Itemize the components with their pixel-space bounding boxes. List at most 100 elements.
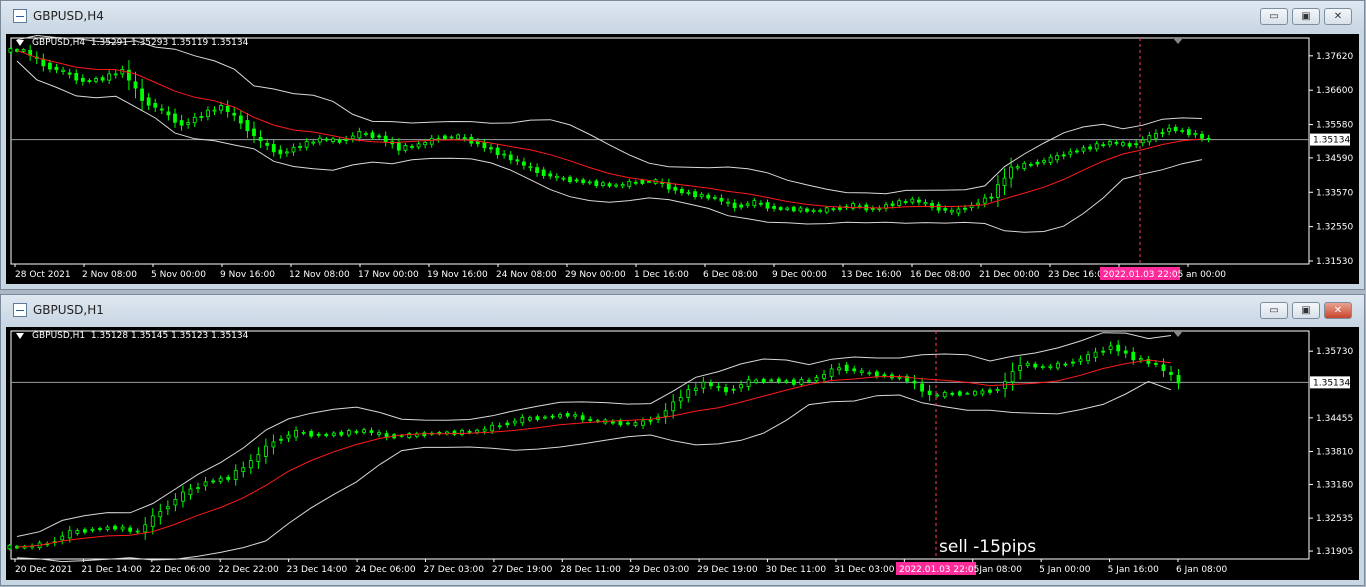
time-label: 31 Dec 03:00 [834,565,895,575]
candle [1022,163,1027,169]
minimize-button[interactable]: ▭ [1260,8,1288,25]
candlestick-chart[interactable]: 1.35730 1.34455 1.33810 1.33180 1.32535 1.319… [6,327,1359,580]
current-price-label: 1.35134 [1313,136,1350,146]
candle [324,138,329,141]
candle [291,146,296,153]
candle [778,207,783,210]
window-titlebar[interactable]: GBPUSD,H1 ▭ ▣ ✕ [1,295,1364,325]
candle [761,378,766,383]
candle [1018,365,1023,371]
candle [912,380,917,384]
candle [173,113,177,123]
candle [588,419,593,421]
candle [522,161,526,166]
window-titlebar[interactable]: GBPUSD,H4 ▭ ▣ ✕ [1,1,1364,31]
candle [383,135,388,143]
time-label: 23 Dec 14:00 [287,565,348,575]
candle [233,470,238,480]
plot-frame [10,330,1310,560]
candle [877,208,882,210]
chart-window-h1[interactable]: GBPUSD,H1 ▭ ▣ ✕ 1.35730 1.34455 1.33810 1.3… [0,294,1365,586]
time-label: 24 Dec 06:00 [355,565,416,575]
candle [949,209,954,213]
bollinger-lower-band [16,380,1172,563]
candle [769,379,774,382]
candle [568,176,572,183]
candle [1094,143,1099,150]
candle [648,419,653,422]
candle [82,529,87,533]
candle [286,434,291,439]
candle [1033,363,1038,368]
candle [1169,371,1173,375]
candle [90,528,95,531]
candlestick-chart[interactable]: 1.37620 1.36600 1.35580 1.34590 1.33570 1.325… [6,34,1359,284]
candle [607,183,612,187]
candle [475,429,479,433]
candle [1116,344,1121,352]
candle [199,116,204,118]
candle [641,420,645,426]
chart-menu-triangle-icon[interactable] [16,333,24,339]
candle [765,202,770,209]
candle [331,432,336,436]
candle [706,194,711,199]
candle [344,139,349,142]
candle [1167,127,1171,132]
candle [54,66,59,71]
candle [324,434,329,436]
candle [120,526,125,530]
candle [256,454,261,462]
restore-button[interactable]: ▣ [1292,8,1320,25]
candle [614,184,618,187]
candle [113,525,117,530]
chart-menu-triangle-icon[interactable] [16,40,24,46]
candle [594,180,599,187]
candle [497,425,502,428]
candle [346,430,351,436]
candle [429,137,434,145]
candle [67,72,72,75]
candle [399,435,404,438]
candle [265,142,270,146]
candle [726,201,730,204]
candle [339,431,344,436]
candle [241,467,246,472]
close-button[interactable]: ✕ [1324,8,1352,25]
time-label: 22 Dec 22:00 [218,565,279,575]
ohlc-values: 1.35128 1.35145 1.35123 1.35134 [90,331,249,341]
time-label: 29 Dec 19:00 [697,565,758,575]
candle [153,103,158,108]
candle [844,364,849,371]
chart-window-h4[interactable]: GBPUSD,H4 ▭ ▣ ✕ 1.37620 1.36600 1.35580 1.3… [0,0,1365,290]
candle [784,380,789,383]
candle [173,499,178,506]
candle [159,108,164,111]
restore-button[interactable]: ▣ [1292,302,1320,319]
close-button[interactable]: ✕ [1324,302,1352,319]
candle [449,136,454,139]
candle [1154,133,1158,139]
candle [238,115,243,124]
candle [1176,375,1181,384]
candle [627,181,632,187]
candle [791,379,796,385]
candle [573,414,578,417]
time-label: 27 Dec 03:00 [423,565,484,575]
candle [942,392,947,398]
candle [1200,133,1204,139]
time-label: 5 Jan 00:00 [1039,565,1091,575]
candle [581,179,586,184]
candle [467,430,472,433]
candle [527,417,532,421]
candle [416,143,421,148]
candle [158,511,163,518]
candle [550,415,555,418]
candle [972,390,977,396]
price-chart[interactable]: 1.37620 1.36600 1.35580 1.34590 1.33570 1.325… [6,34,1359,284]
candle [515,159,520,162]
minimize-button[interactable]: ▭ [1260,302,1288,319]
price-chart[interactable]: 1.35730 1.34455 1.33810 1.33180 1.32535 1.319… [6,327,1359,580]
candle [311,141,316,144]
candle [554,175,559,179]
